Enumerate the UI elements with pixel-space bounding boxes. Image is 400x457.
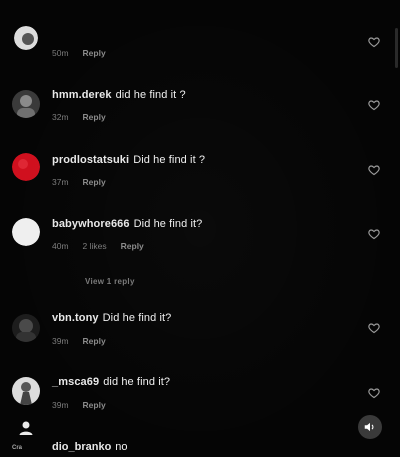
comment-time: 50m: [52, 48, 69, 58]
comment-likes: 2 likes: [82, 241, 107, 251]
heart-outline-icon[interactable]: [368, 322, 380, 334]
reply-button[interactable]: Reply: [121, 241, 144, 251]
reply-button[interactable]: Reply: [83, 112, 106, 122]
comment-text: no: [115, 441, 128, 453]
comment-item: hmm.derek did he find it ? 32m Reply: [0, 80, 400, 138]
person-icon[interactable]: [18, 420, 34, 436]
reply-button[interactable]: Reply: [83, 177, 106, 187]
comment-time: 39m: [52, 400, 69, 410]
avatar[interactable]: [12, 314, 40, 342]
comment-time: 40m: [52, 241, 69, 251]
comment-username[interactable]: babywhore666: [52, 218, 130, 230]
profile-caption: Cra: [12, 445, 23, 451]
comment-text: did he find it ?: [115, 89, 186, 101]
comment-item: prodlostatsuki Did he find it ? 37m Reply: [0, 145, 400, 203]
heart-outline-icon[interactable]: [368, 164, 380, 176]
comment-item: _msca69 did he find it? 39m Reply: [0, 372, 400, 430]
speaker-icon: [364, 422, 374, 432]
comment-text: Did he find it ?: [133, 154, 206, 166]
comment-username[interactable]: prodlostatsuki: [52, 154, 129, 166]
heart-outline-icon[interactable]: [368, 36, 380, 48]
comment-username[interactable]: hmm.derek: [52, 89, 112, 101]
comment-username[interactable]: vbn.tony: [52, 312, 99, 324]
comment-text: Did he find it?: [133, 218, 203, 230]
avatar[interactable]: [12, 90, 40, 118]
avatar[interactable]: [14, 26, 38, 50]
heart-outline-icon[interactable]: [368, 228, 380, 240]
comment-time: 39m: [52, 336, 69, 346]
view-replies-button[interactable]: View 1 reply: [85, 277, 135, 286]
comment-username[interactable]: _msca69: [52, 376, 99, 388]
heart-outline-icon[interactable]: [368, 99, 380, 111]
reply-button[interactable]: Reply: [83, 48, 106, 58]
avatar[interactable]: [12, 218, 40, 246]
heart-outline-icon[interactable]: [368, 387, 380, 399]
comment-item: vbn.tony Did he find it? 39m Reply: [0, 306, 400, 364]
comment-username[interactable]: dio_branko: [52, 441, 111, 453]
avatar[interactable]: [12, 377, 40, 405]
reply-button[interactable]: Reply: [83, 400, 106, 410]
reply-button[interactable]: Reply: [83, 336, 106, 346]
sound-button[interactable]: [358, 415, 382, 439]
comment-time: 37m: [52, 177, 69, 187]
comment-item: babywhore666 Did he find it? 40m 2 likes Re…: [0, 210, 400, 268]
comment-text: did he find it?: [103, 376, 171, 388]
comment-text: Did he find it?: [102, 312, 172, 324]
avatar[interactable]: [12, 153, 40, 181]
comment-item: 50m Reply: [0, 14, 400, 72]
comment-time: 32m: [52, 112, 69, 122]
comments-screen: 50m Reply hmm.derek did he find it ? 32m Re…: [0, 0, 400, 457]
